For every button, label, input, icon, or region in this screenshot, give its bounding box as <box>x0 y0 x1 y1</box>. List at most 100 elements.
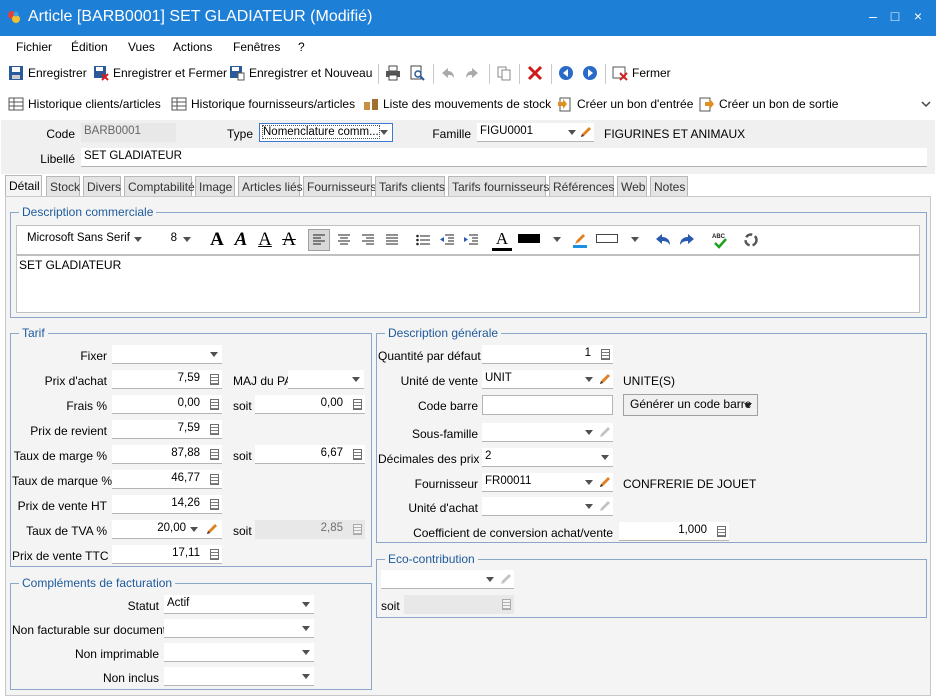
italic-icon[interactable]: A <box>231 226 251 254</box>
decimales-select[interactable]: 2 <box>482 448 613 467</box>
qte-defaut-field[interactable]: 1 <box>482 345 613 364</box>
soit-frais-field[interactable]: 0,00 <box>255 395 365 414</box>
calculator-icon[interactable] <box>210 399 219 410</box>
calculator-icon[interactable] <box>210 449 219 460</box>
prix-vente-ht-field[interactable]: 14,26 <box>112 495 222 514</box>
edit-pencil-icon[interactable] <box>499 572 513 586</box>
tab-tarifs-clients[interactable]: Tarifs clients <box>375 176 445 197</box>
save-new-button[interactable]: Enregistrer et Nouveau <box>229 65 372 81</box>
menu-vues[interactable]: Vues <box>128 40 155 54</box>
frais-field[interactable]: 0,00 <box>112 395 222 414</box>
edit-pencil-icon[interactable] <box>205 522 219 536</box>
close-button[interactable]: Fermer <box>612 65 671 81</box>
code-barre-field[interactable] <box>482 395 613 415</box>
calculator-icon[interactable] <box>210 424 219 435</box>
menu-help[interactable]: ? <box>298 40 305 54</box>
copy-button[interactable] <box>496 65 516 81</box>
tab-articles-lies[interactable]: Articles liés <box>238 176 303 197</box>
recycle-icon[interactable] <box>741 226 761 254</box>
menu-fenetres[interactable]: Fenêtres <box>233 40 280 54</box>
undo-icon[interactable] <box>653 226 673 254</box>
tab-tarifs-fournisseurs[interactable]: Tarifs fournisseurs <box>448 176 549 197</box>
redo-button[interactable] <box>464 65 484 81</box>
calculator-icon[interactable] <box>601 349 610 360</box>
calculator-icon[interactable] <box>353 449 362 460</box>
hist-fourn-button[interactable]: Historique fournisseurs/articles <box>171 96 355 112</box>
prix-achat-field[interactable]: 7,59 <box>112 370 222 389</box>
menu-fichier[interactable]: Fichier <box>16 40 52 54</box>
tab-fournisseurs[interactable]: Fournisseurs <box>303 176 376 197</box>
edit-pencil-icon[interactable] <box>598 475 612 489</box>
type-select[interactable]: Nomenclature comm... <box>259 123 393 142</box>
next-button[interactable] <box>582 65 602 81</box>
tab-stock[interactable]: Stock <box>46 176 80 197</box>
outdent-icon[interactable] <box>437 226 457 254</box>
print-preview-button[interactable] <box>409 65 429 81</box>
non-inclus-select[interactable] <box>164 667 314 686</box>
coef-field[interactable]: 1,000 <box>619 522 729 541</box>
calculator-icon[interactable] <box>210 474 219 485</box>
save-button[interactable]: Enregistrer <box>8 65 87 81</box>
entry-note-button[interactable]: Créer un bon d'entrée <box>557 96 693 112</box>
font-family-select[interactable]: Microsoft Sans Serif <box>24 230 146 249</box>
prix-revient-field[interactable]: 7,59 <box>112 420 222 439</box>
hist-clients-button[interactable]: Historique clients/articles <box>8 96 161 112</box>
tab-comptabilite[interactable]: Comptabilité <box>124 176 195 197</box>
code-field[interactable]: BARB0001 <box>81 123 176 142</box>
previous-button[interactable] <box>558 65 578 81</box>
indent-icon[interactable] <box>461 226 481 254</box>
text-color-icon[interactable]: A <box>492 229 512 251</box>
menu-actions[interactable]: Actions <box>173 40 212 54</box>
redo-icon[interactable] <box>677 226 697 254</box>
tab-image[interactable]: Image <box>195 176 235 197</box>
underline-icon[interactable]: A <box>255 226 275 254</box>
eco-select[interactable] <box>381 570 514 589</box>
calculator-icon[interactable] <box>210 499 219 510</box>
save-close-button[interactable]: Enregistrer et Fermer <box>93 65 227 81</box>
text-color-select[interactable] <box>515 230 565 249</box>
generate-barcode-button[interactable]: Générer un code barre <box>623 394 758 416</box>
calculator-icon[interactable] <box>210 374 219 385</box>
edit-pencil-icon[interactable] <box>579 125 593 139</box>
prix-vente-ttc-field[interactable]: 17,11 <box>112 545 222 564</box>
highlight-color-select[interactable] <box>593 230 643 249</box>
maximize-button[interactable]: □ <box>886 8 904 24</box>
edit-pencil-icon[interactable] <box>598 425 612 439</box>
fixer-select[interactable] <box>112 345 222 364</box>
tab-references[interactable]: Références <box>549 176 614 197</box>
align-left-icon[interactable] <box>308 229 330 251</box>
fournisseur-select[interactable]: FR00011 <box>482 473 613 492</box>
align-right-icon[interactable] <box>358 226 378 254</box>
libelle-field[interactable]: SET GLADIATEUR <box>81 148 927 167</box>
highlight-icon[interactable] <box>570 226 590 254</box>
exit-note-button[interactable]: Créer un bon de sortie <box>699 96 838 112</box>
align-center-icon[interactable] <box>334 226 354 254</box>
strikethrough-icon[interactable]: A <box>279 226 299 254</box>
statut-select[interactable]: Actif <box>164 595 314 614</box>
spellcheck-icon[interactable]: ABC <box>709 226 731 254</box>
edit-pencil-icon[interactable] <box>598 499 612 513</box>
stock-movements-button[interactable]: Liste des mouvements de stock <box>363 96 551 112</box>
sous-famille-select[interactable] <box>482 423 613 442</box>
calculator-icon[interactable] <box>353 399 362 410</box>
unite-vente-select[interactable]: UNIT <box>482 370 613 389</box>
taux-marge-field[interactable]: 87,88 <box>112 445 222 464</box>
calculator-icon[interactable] <box>717 526 726 537</box>
edit-pencil-icon[interactable] <box>598 372 612 386</box>
delete-button[interactable] <box>527 65 547 81</box>
maj-pa-select[interactable] <box>288 370 364 389</box>
tab-detail[interactable]: Détail <box>5 175 42 197</box>
unite-achat-select[interactable] <box>482 497 613 516</box>
non-imprimable-select[interactable] <box>164 643 314 662</box>
tab-web[interactable]: Web <box>617 176 647 197</box>
tab-divers[interactable]: Divers <box>83 176 121 197</box>
taux-tva-select[interactable]: 20,00 <box>112 520 222 539</box>
undo-button[interactable] <box>440 65 460 81</box>
minimize-button[interactable]: – <box>864 8 882 24</box>
close-window-button[interactable]: × <box>909 8 927 24</box>
taux-marque-field[interactable]: 46,77 <box>112 470 222 489</box>
bold-icon[interactable]: A <box>207 226 227 254</box>
menu-edition[interactable]: Édition <box>71 40 108 54</box>
print-button[interactable] <box>385 65 405 81</box>
font-size-select[interactable]: 8 <box>155 230 195 249</box>
